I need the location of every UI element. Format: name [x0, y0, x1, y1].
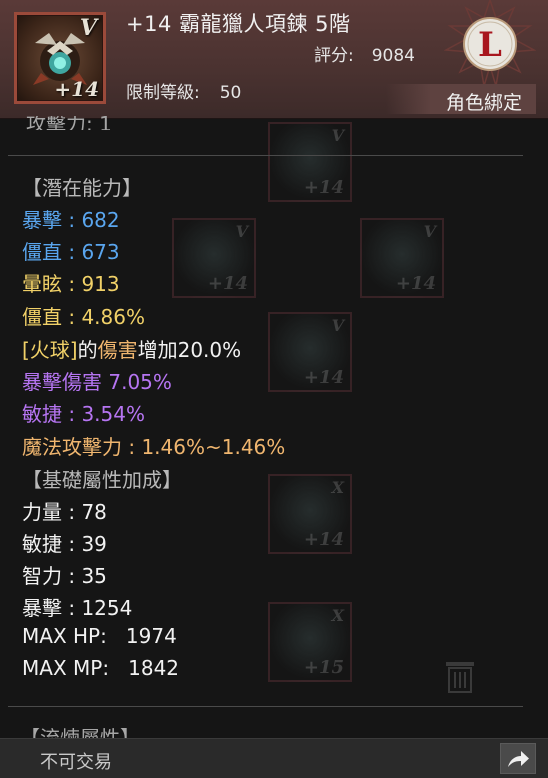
bg-slot: V +14 — [268, 122, 352, 202]
share-icon — [508, 750, 529, 767]
potential-line: 暈眩 : 913 — [22, 272, 120, 296]
potential-line: 暴擊傷害 7.05% — [22, 370, 172, 394]
potential-line: 魔法攻擊力 : 1.46%~1.46% — [22, 435, 286, 459]
potential-line: [火球]的傷害增加20.0% — [22, 338, 242, 362]
item-grade: V — [79, 15, 97, 41]
bg-slot: X +14 — [268, 474, 352, 554]
score-label: 評分: — [314, 46, 354, 66]
potential-line: 暴擊 : 682 — [22, 208, 120, 232]
bg-slot: X +15 — [268, 602, 352, 682]
clipped-section-header: 【流煉屬性】 — [20, 726, 140, 738]
potential-header: 【潛在能力】 — [22, 176, 142, 200]
item-slot[interactable]: V +14 — [14, 12, 106, 104]
clipped-stat-line: 攻擊力: 1 — [26, 116, 112, 130]
base-attr-line: MAX HP: 1974 — [22, 624, 177, 648]
base-attr-line: 敏捷 : 39 — [22, 532, 107, 556]
item-enhance-level: +14 — [54, 77, 99, 101]
potential-line: 僵直 : 673 — [22, 240, 120, 264]
base-attr-header: 【基礎屬性加成】 — [22, 468, 182, 492]
potential-line: 僵直 : 4.86% — [22, 305, 145, 329]
potential-line: 敏捷 : 3.54% — [22, 402, 145, 426]
score-value: 9084 — [371, 46, 415, 66]
required-level-value: 50 — [219, 83, 242, 103]
rarity-emblem-icon: L — [444, 0, 536, 87]
skill-name: [火球] — [22, 338, 78, 362]
bg-slot: V +14 — [360, 218, 444, 298]
required-level: 限制等級: 50 — [126, 78, 241, 103]
share-button[interactable] — [500, 743, 536, 774]
divider — [8, 155, 523, 156]
svg-text:L: L — [478, 25, 502, 65]
base-attr-line: MAX MP: 1842 — [22, 656, 180, 680]
trash-icon[interactable] — [440, 656, 480, 696]
base-attr-line: 暴擊 : 1254 — [22, 596, 133, 620]
base-attr-line: 智力 : 35 — [22, 564, 107, 588]
tooltip-footer: 不可交易 — [0, 738, 548, 778]
tooltip-header: V +14 +14 霸龍獵人項鍊 5階 評分: 9084 限制等級: 50 L 角色… — [0, 0, 548, 119]
score: 評分: 9084 — [314, 41, 415, 66]
bind-status-bar: 角色綁定 — [386, 84, 536, 114]
divider — [8, 706, 523, 707]
trade-status: 不可交易 — [40, 752, 112, 773]
base-attr-line: 力量 : 78 — [22, 500, 107, 524]
required-level-label: 限制等級: — [126, 83, 200, 103]
item-title: +14 霸龍獵人項鍊 5階 — [126, 12, 351, 36]
bg-slot: V +14 — [268, 312, 352, 392]
bind-status: 角色綁定 — [445, 92, 522, 114]
bg-slot: V +14 — [172, 218, 256, 298]
